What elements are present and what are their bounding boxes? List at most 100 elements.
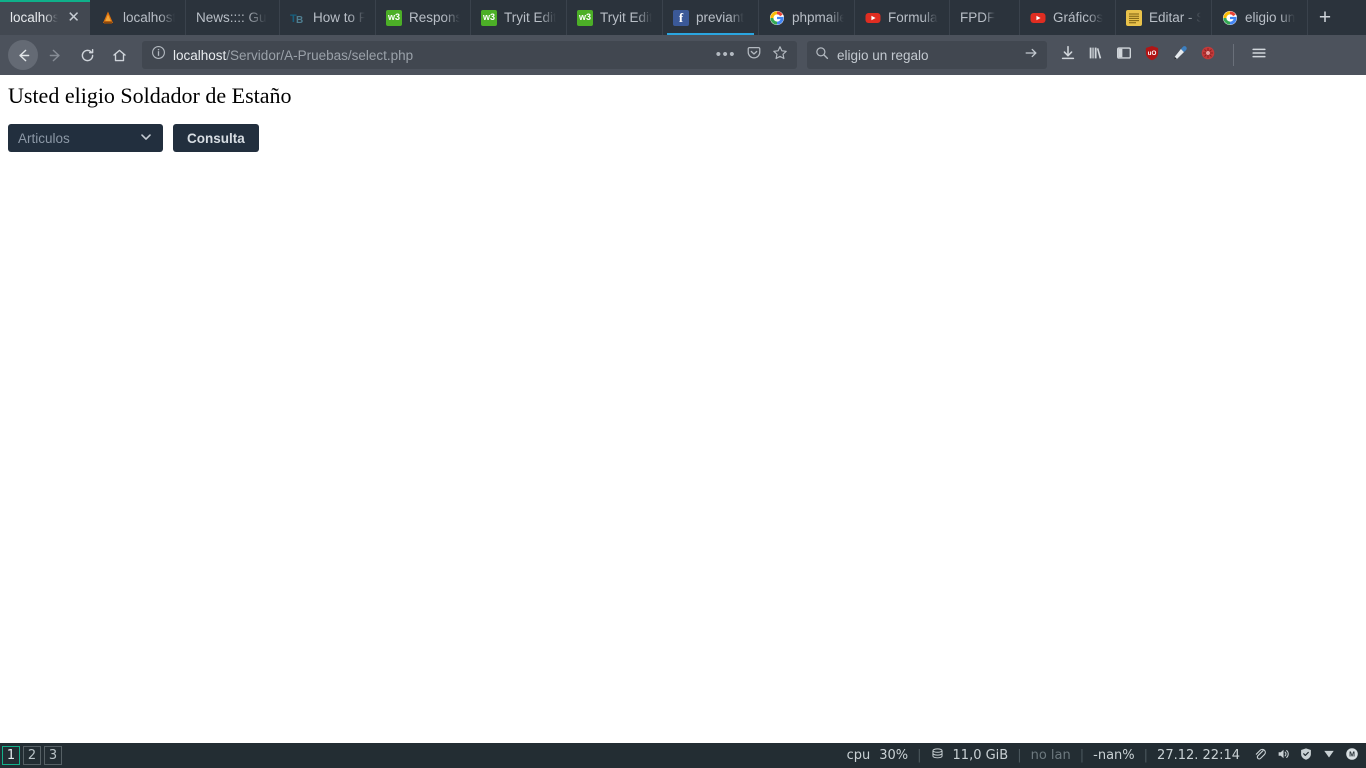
articulos-select[interactable]: Articulos xyxy=(8,124,163,152)
tab-label: Formula xyxy=(888,10,938,25)
w3schools-icon: w3 xyxy=(577,9,593,26)
youtube-icon xyxy=(1030,10,1046,26)
tray-separator: | xyxy=(1079,748,1085,763)
browser-tab-localhost-active[interactable]: localhost/ ✕ xyxy=(0,0,90,35)
clock: 27.12. 22:14 xyxy=(1157,748,1240,763)
browser-tab-previant[interactable]: f previant xyxy=(663,0,759,35)
browser-tab-formularios[interactable]: Formula xyxy=(855,0,950,35)
browser-tab-tryit-1[interactable]: w3 Tryit Edit xyxy=(471,0,567,35)
page-actions-icon[interactable]: ••• xyxy=(716,47,736,62)
disk-icon xyxy=(931,747,944,764)
w3schools-icon: w3 xyxy=(481,9,497,26)
screen: localhost/ ✕ localhost News:::: Gu xyxy=(0,0,1366,768)
workspace-2[interactable]: 2 xyxy=(23,746,41,765)
tab-label: phpmaile xyxy=(792,10,844,25)
memory-value: 11,0 GiB xyxy=(952,748,1009,763)
browser-tab-fpdf[interactable]: FPDF xyxy=(950,0,1020,35)
url-path: /Servidor/A-Pruebas/select.php xyxy=(226,47,414,63)
browser-tab-tryit-2[interactable]: w3 Tryit Edit xyxy=(567,0,663,35)
workspace-1[interactable]: 1 xyxy=(2,746,20,765)
google-icon xyxy=(1222,10,1238,26)
library-icon[interactable] xyxy=(1087,44,1105,67)
tab-label: localhost/ xyxy=(10,10,59,25)
dropbox-icon[interactable] xyxy=(1322,747,1336,765)
back-button[interactable] xyxy=(8,40,38,70)
volume-icon[interactable] xyxy=(1276,747,1290,765)
tray-separator: | xyxy=(1143,748,1149,763)
extension-red-icon[interactable] xyxy=(1199,44,1217,67)
shield-icon[interactable] xyxy=(1299,747,1313,765)
cpu-value: 30% xyxy=(879,748,909,763)
tb-icon: T B xyxy=(290,10,306,26)
attachment-icon[interactable] xyxy=(1253,747,1267,765)
youtube-icon xyxy=(865,10,881,26)
browser-tab-news[interactable]: News:::: Gu xyxy=(186,0,280,35)
tab-label: Respons xyxy=(409,10,460,25)
browser-tab-eligio[interactable]: eligio un xyxy=(1212,0,1308,35)
chevron-down-icon xyxy=(139,130,153,147)
system-tray: cpu 30% | 11,0 GiB | no lan | -nan% | 27… xyxy=(847,747,1366,765)
eyedropper-icon[interactable] xyxy=(1171,44,1189,67)
search-icon xyxy=(815,46,829,65)
pocket-icon[interactable] xyxy=(746,45,762,66)
browser-tab-editar[interactable]: Editar - S xyxy=(1116,0,1212,35)
browser-window: localhost/ ✕ localhost News:::: Gu xyxy=(0,0,1366,743)
tab-label: Editar - S xyxy=(1149,10,1201,25)
search-input[interactable]: eligio un regalo xyxy=(837,48,1015,63)
url-text: localhost/Servidor/A-Pruebas/select.php xyxy=(173,48,413,63)
select-value: Articulos xyxy=(18,130,70,146)
tab-label: Tryit Edit xyxy=(600,10,652,25)
cpu-label: cpu xyxy=(846,748,871,763)
home-button[interactable] xyxy=(104,40,134,70)
w3schools-icon: w3 xyxy=(386,9,402,26)
tab-label: localhost xyxy=(123,10,175,25)
tab-label: News:::: Gu xyxy=(196,10,267,25)
tab-label: FPDF xyxy=(960,10,996,25)
info-icon[interactable] xyxy=(151,45,166,65)
browser-tab-phpmailer[interactable]: phpmaile xyxy=(759,0,855,35)
svg-text:M: M xyxy=(1349,751,1355,758)
taskbar: 1 2 3 cpu 30% | 11,0 GiB | no lan | -nan… xyxy=(0,743,1366,768)
tab-label: previant xyxy=(696,10,745,25)
navigation-toolbar: localhost/Servidor/A-Pruebas/select.php … xyxy=(0,35,1366,75)
svg-text:B: B xyxy=(296,15,303,26)
battery-value: -nan% xyxy=(1093,748,1135,763)
url-actions: ••• xyxy=(716,45,788,66)
mega-icon[interactable]: M xyxy=(1345,747,1359,765)
hamburger-menu-icon[interactable] xyxy=(1250,44,1268,67)
close-icon[interactable]: ✕ xyxy=(67,10,80,25)
sidebar-icon[interactable] xyxy=(1115,44,1133,67)
downloads-icon[interactable] xyxy=(1059,44,1077,67)
ublock-origin-icon[interactable]: uO xyxy=(1143,44,1161,67)
page-title: Usted eligio Soldador de Estaño xyxy=(8,83,292,108)
tab-label: Tryit Edit xyxy=(504,10,556,25)
tray-separator: | xyxy=(1017,748,1022,763)
search-bar[interactable]: eligio un regalo xyxy=(807,41,1047,69)
tab-label: Gráficos xyxy=(1053,10,1104,25)
tab-label: eligio un xyxy=(1245,10,1296,25)
toolbar-icons: uO xyxy=(1059,44,1268,67)
url-host: localhost xyxy=(173,47,227,63)
browser-tab-responsive[interactable]: w3 Respons xyxy=(376,0,471,35)
bookmark-star-icon[interactable] xyxy=(772,45,788,66)
google-icon xyxy=(769,10,785,26)
browser-tab-howto[interactable]: T B How to F xyxy=(280,0,376,35)
new-tab-button[interactable]: + xyxy=(1308,0,1342,35)
tab-strip: localhost/ ✕ localhost News:::: Gu xyxy=(0,0,1366,35)
browser-tab-graficos[interactable]: Gráficos xyxy=(1020,0,1116,35)
consulta-button[interactable]: Consulta xyxy=(173,124,259,152)
url-bar[interactable]: localhost/Servidor/A-Pruebas/select.php … xyxy=(142,41,797,69)
network-status: no lan xyxy=(1030,748,1071,763)
workspace-3[interactable]: 3 xyxy=(44,746,62,765)
page-content: Usted eligio Soldador de Estaño Articulo… xyxy=(0,75,1366,718)
reload-button[interactable] xyxy=(72,40,102,70)
svg-text:uO: uO xyxy=(1148,50,1157,57)
forward-button[interactable] xyxy=(40,40,70,70)
tray-separator: | xyxy=(917,748,922,763)
form-controls: Articulos Consulta xyxy=(8,124,1366,152)
tab-label: How to F xyxy=(313,10,365,25)
search-go-icon[interactable] xyxy=(1023,45,1039,66)
browser-tab-localhost[interactable]: localhost xyxy=(90,0,186,35)
editor-icon xyxy=(1126,9,1142,26)
facebook-icon: f xyxy=(673,9,689,26)
